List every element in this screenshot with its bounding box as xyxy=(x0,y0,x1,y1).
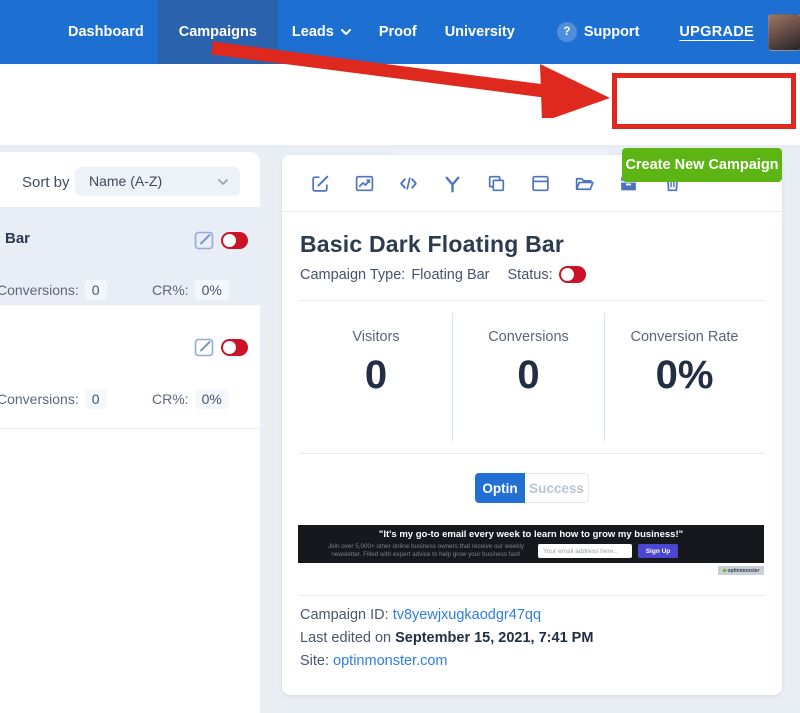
last-edited-label: Last edited on xyxy=(300,630,391,646)
status-label: Status: xyxy=(508,267,553,283)
divider xyxy=(300,300,764,301)
page-header: Create New Campaign xyxy=(0,64,800,145)
chevron-down-icon xyxy=(218,179,228,185)
top-nav: Dashboard Campaigns Leads Proof Universi… xyxy=(0,0,800,64)
folder-button[interactable] xyxy=(574,173,595,194)
campaign-item-title: Bar xyxy=(5,230,30,247)
tab-optin[interactable]: Optin xyxy=(475,473,525,503)
nav-campaigns[interactable]: Campaigns xyxy=(158,0,278,64)
create-new-campaign-button[interactable]: Create New Campaign xyxy=(622,148,782,182)
edit-campaign-button[interactable] xyxy=(193,336,216,359)
tab-success[interactable]: Success xyxy=(525,473,589,503)
question-icon: ? xyxy=(557,22,577,42)
campaign-meta: Campaign ID: tv8yewjxugkaodgr47qq Last e… xyxy=(300,607,593,676)
conversions-label: Conversions: xyxy=(0,282,79,298)
code-icon xyxy=(398,173,419,194)
duplicate-icon xyxy=(486,173,507,194)
template-icon xyxy=(530,173,551,194)
split-test-button[interactable] xyxy=(442,173,463,194)
nav-university[interactable]: University xyxy=(431,0,529,64)
optinmonster-dashboard: Dashboard Campaigns Leads Proof Universi… xyxy=(0,0,800,713)
edit-button[interactable] xyxy=(310,173,331,194)
embed-code-button[interactable] xyxy=(398,173,419,194)
split-test-icon xyxy=(442,173,463,194)
campaign-subtitle: Campaign Type: Floating Bar Status: xyxy=(300,266,586,283)
campaign-list-sidebar: Sort by Name (A-Z) Bar Conversions: 0 CR… xyxy=(0,152,260,713)
sort-select[interactable]: Name (A-Z) xyxy=(75,167,240,196)
campaign-status-toggle[interactable] xyxy=(221,232,248,249)
badge-dot xyxy=(723,569,726,572)
campaign-id-label: Campaign ID: xyxy=(300,607,389,623)
edit-icon xyxy=(193,336,216,359)
conversions-label: Conversions: xyxy=(0,391,79,407)
campaign-detail-card: Basic Dark Floating Bar Campaign Type: F… xyxy=(282,155,782,695)
preview-body-text: Join over 5,000+ other online business o… xyxy=(326,543,526,559)
campaign-id-link[interactable]: tv8yewjxugkaodgr47qq xyxy=(393,607,541,623)
nav-leads[interactable]: Leads xyxy=(278,0,365,64)
site-label: Site: xyxy=(300,653,329,669)
cr-label: CR%: xyxy=(152,391,189,407)
campaign-title: Basic Dark Floating Bar xyxy=(300,231,564,258)
divider xyxy=(300,595,764,596)
last-edited-value: September 15, 2021, 7:41 PM xyxy=(395,630,593,646)
edit-campaign-button[interactable] xyxy=(193,229,216,252)
analytics-icon xyxy=(354,173,375,194)
nav-dashboard[interactable]: Dashboard xyxy=(54,0,158,64)
stat-visitors: Visitors 0 xyxy=(300,313,452,441)
chevron-down-icon xyxy=(341,29,351,35)
edit-icon xyxy=(310,173,331,194)
stats-row: Visitors 0 Conversions 0 Conversion Rate… xyxy=(300,313,764,441)
campaign-status-toggle[interactable] xyxy=(559,266,586,283)
folder-icon xyxy=(574,173,595,194)
nav-proof[interactable]: Proof xyxy=(365,0,431,64)
template-button[interactable] xyxy=(530,173,551,194)
conversions-value: 0 xyxy=(85,280,107,300)
nav-support[interactable]: ? Support xyxy=(543,0,654,64)
cr-label: CR%: xyxy=(152,282,189,298)
campaign-list-item[interactable]: Bar Conversions: 0 CR%: 0% xyxy=(0,208,260,305)
duplicate-button[interactable] xyxy=(486,173,507,194)
campaign-status-toggle[interactable] xyxy=(221,339,248,356)
campaign-type-label: Campaign Type: xyxy=(300,267,405,283)
campaign-type-value: Floating Bar xyxy=(411,267,489,283)
preview-tabs: Optin Success xyxy=(282,473,782,503)
sort-row: Sort by Name (A-Z) xyxy=(0,152,260,208)
nav-upgrade[interactable]: UPGRADE xyxy=(665,0,768,64)
analytics-button[interactable] xyxy=(354,173,375,194)
user-menu[interactable]: Erica xyxy=(768,0,800,64)
cr-value: 0% xyxy=(195,389,229,409)
stat-conversions: Conversions 0 xyxy=(452,313,604,441)
avatar xyxy=(768,14,800,51)
conversions-value: 0 xyxy=(85,389,107,409)
divider xyxy=(300,453,764,454)
campaign-preview: "It's my go-to email every week to learn… xyxy=(298,525,764,575)
floating-bar-preview: "It's my go-to email every week to learn… xyxy=(298,525,764,563)
sort-by-label: Sort by xyxy=(22,174,70,191)
preview-email-input[interactable] xyxy=(538,544,632,558)
stat-conversion-rate: Conversion Rate 0% xyxy=(604,313,764,441)
preview-headline: "It's my go-to email every week to learn… xyxy=(298,529,764,540)
preview-signup-button[interactable]: Sign Up xyxy=(638,544,678,558)
site-link[interactable]: optinmonster.com xyxy=(333,653,447,669)
campaign-list-item[interactable]: Conversions: 0 CR%: 0% xyxy=(0,305,260,429)
cr-value: 0% xyxy=(195,280,229,300)
branding-badge: optinmonster xyxy=(718,566,764,575)
edit-icon xyxy=(193,229,216,252)
